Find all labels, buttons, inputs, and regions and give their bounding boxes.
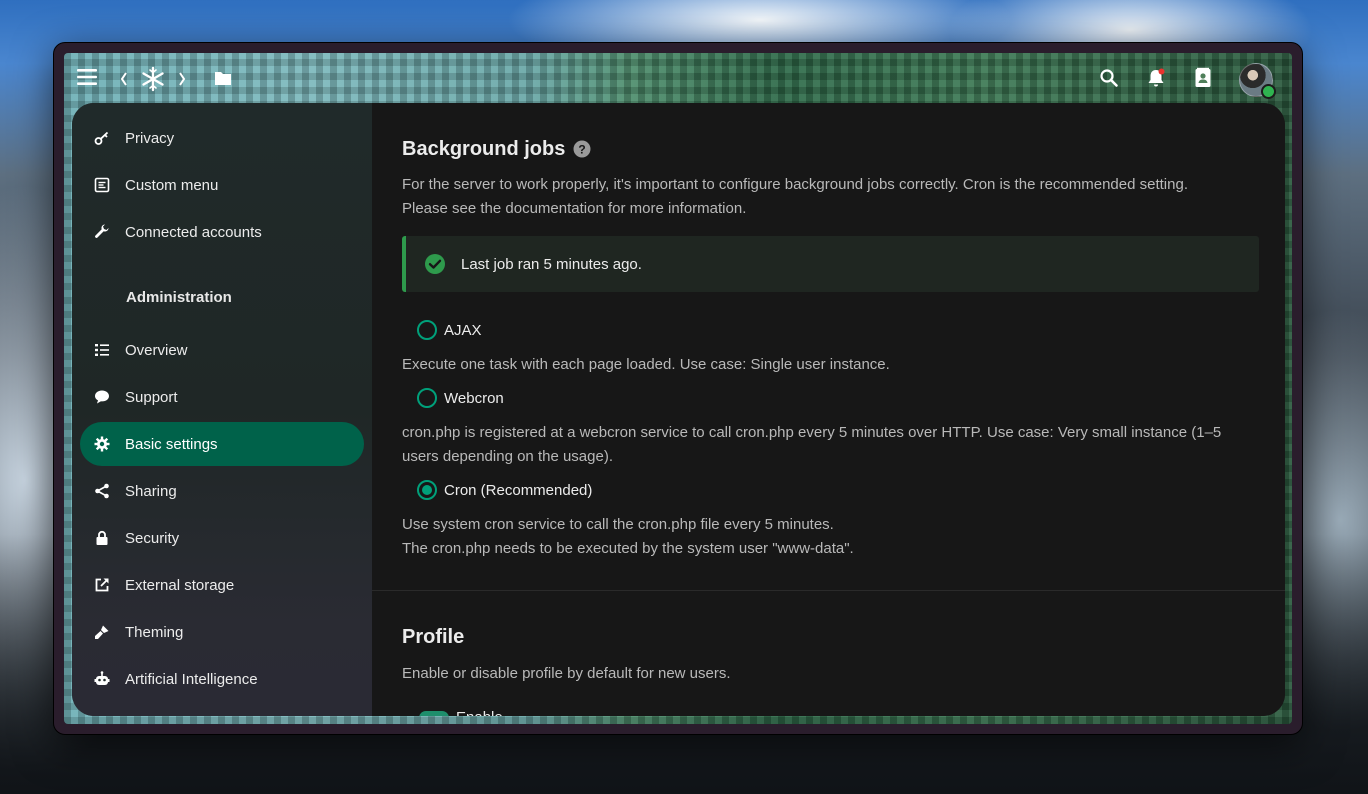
cron-user-note: The cron.php needs to be executed by the… — [402, 540, 854, 557]
sidebar-item-basic-settings[interactable]: Basic settings — [80, 422, 364, 466]
nextcloud-app: Privacy Custom menu Connected accounts A… — [64, 53, 1292, 724]
app-logo-icon[interactable] — [120, 65, 186, 93]
job-status-text: Last job ran 5 minutes ago. — [461, 255, 642, 273]
top-bar — [64, 53, 1292, 103]
background-jobs-title: Background jobs — [402, 138, 566, 160]
radio-ajax[interactable]: AJAX — [417, 320, 482, 340]
online-status-badge — [1261, 84, 1276, 99]
lock-icon — [80, 516, 124, 560]
job-status-notice: Last job ran 5 minutes ago. — [402, 236, 1259, 292]
background-jobs-docs-note: Please see the documentation for more in… — [402, 200, 747, 217]
browser-window: Privacy Custom menu Connected accounts A… — [53, 42, 1303, 735]
gear-icon — [80, 422, 124, 466]
sidebar-item-label: Support — [125, 388, 178, 406]
files-icon[interactable] — [214, 70, 232, 86]
sidebar-item-label: Custom menu — [125, 176, 219, 194]
sidebar-item-artificial-intelligence[interactable]: Artificial Intelligence — [80, 657, 364, 701]
sidebar-item-theming[interactable]: Theming — [80, 610, 364, 654]
sidebar-item-overview[interactable]: Overview — [80, 328, 364, 372]
robot-icon — [80, 657, 124, 701]
check-circle-icon — [425, 254, 445, 274]
radio-button-checked[interactable] — [417, 480, 437, 500]
list-icon — [80, 328, 124, 372]
radio-label: AJAX — [444, 321, 482, 339]
wrench-icon — [80, 210, 124, 254]
sidebar-item-external-storage[interactable]: External storage — [80, 563, 364, 607]
cron-description: Use system cron service to call the cron… — [402, 516, 834, 533]
sidebar-item-label: Artificial Intelligence — [125, 670, 258, 688]
section-divider — [372, 590, 1285, 591]
sidebar-item-label: Sharing — [125, 482, 177, 500]
radio-button[interactable] — [417, 320, 437, 340]
sidebar-item-privacy[interactable]: Privacy — [80, 116, 364, 160]
radio-webcron[interactable]: Webcron — [417, 388, 504, 408]
sidebar-item-connected-accounts[interactable]: Connected accounts — [80, 210, 364, 254]
search-icon[interactable] — [1098, 67, 1120, 89]
menu-icon[interactable] — [76, 66, 98, 88]
contacts-icon[interactable] — [1192, 67, 1214, 89]
sidebar-item-label: Theming — [125, 623, 184, 641]
settings-sidebar: Privacy Custom menu Connected accounts A… — [72, 103, 372, 716]
webcron-description-cont: users depending on the usage). — [402, 448, 613, 465]
menu-list-icon — [80, 163, 124, 207]
notifications-icon[interactable] — [1145, 67, 1167, 89]
chat-icon — [80, 375, 124, 419]
share-icon — [80, 469, 124, 513]
background-jobs-description: For the server to work properly, it's im… — [402, 176, 1188, 193]
profile-title: Profile — [402, 626, 465, 648]
administration-heading: Administration — [126, 289, 232, 306]
settings-content: Background jobs ? For the server to work… — [372, 103, 1285, 716]
key-icon — [80, 116, 124, 160]
profile-toggle-label: Enable — [456, 709, 503, 716]
sidebar-item-custom-menu[interactable]: Custom menu — [80, 163, 364, 207]
brush-icon — [80, 610, 124, 654]
sidebar-item-label: Security — [125, 529, 180, 547]
profile-toggle[interactable] — [419, 711, 449, 716]
sidebar-item-security[interactable]: Security — [80, 516, 364, 560]
sidebar-item-label: Privacy — [125, 129, 175, 147]
sidebar-item-sharing[interactable]: Sharing — [80, 469, 364, 513]
radio-cron[interactable]: Cron (Recommended) — [417, 480, 592, 500]
radio-label: Webcron — [444, 389, 504, 407]
settings-panel: Privacy Custom menu Connected accounts A… — [72, 103, 1285, 716]
radio-label: Cron (Recommended) — [444, 481, 593, 499]
ajax-description: Execute one task with each page loaded. … — [402, 356, 890, 373]
sidebar-item-label: Connected accounts — [125, 223, 262, 241]
sidebar-item-support[interactable]: Support — [80, 375, 364, 419]
svg-text:?: ? — [578, 143, 585, 157]
sidebar-item-label: Basic settings — [125, 435, 218, 453]
profile-description: Enable or disable profile by default for… — [402, 665, 731, 682]
external-link-icon — [80, 563, 124, 607]
webcron-description: cron.php is registered at a webcron serv… — [402, 424, 1222, 441]
help-icon[interactable]: ? — [573, 140, 591, 158]
sidebar-item-label: External storage — [125, 576, 235, 594]
radio-button[interactable] — [417, 388, 437, 408]
sidebar-item-label: Overview — [125, 341, 188, 359]
